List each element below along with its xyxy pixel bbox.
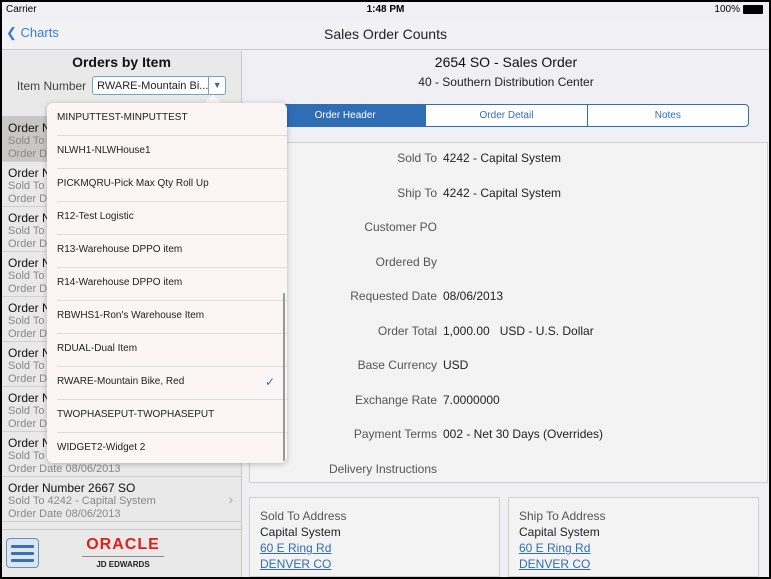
order-title: 2654 SO - Sales Order: [434, 54, 578, 70]
option-label: PICKMQRU-Pick Max Qty Roll Up: [57, 178, 209, 189]
field-row: Order Total 1,000.00 USD - U.S. Dollar: [250, 324, 767, 344]
field-row: Payment Terms 002 - Net 30 Days (Override…: [250, 427, 767, 447]
order-sold-to: Sold To 4242 - Capital System: [8, 495, 156, 507]
orders-title: Orders by Item: [72, 54, 171, 70]
field-row: Exchange Rate 7.0000000: [250, 393, 767, 413]
field-row: Ordered By: [250, 255, 767, 275]
address-line1-link[interactable]: 60 E Ring Rd: [260, 540, 489, 556]
option-label: TWOPHASEPUT-TWOPHASEPUT: [57, 409, 215, 420]
item-number-select[interactable]: RWARE-Mountain Bi... ▼: [92, 76, 227, 95]
order-number: Order Number 2667 SO: [8, 481, 136, 495]
dropdown-option[interactable]: RWARE-Mountain Bike, Red ✓: [57, 367, 287, 400]
address-name: Capital System: [260, 525, 341, 539]
option-label: RWARE-Mountain Bike, Red: [57, 376, 185, 387]
tab-order-header[interactable]: Order Header: [265, 105, 426, 126]
order-date: Order Date 08/06/2013: [8, 508, 121, 520]
field-row: Requested Date 08/06/2013: [250, 289, 767, 309]
header-fields: Sold To 4242 - Capital System Ship To 4242 …: [249, 142, 768, 483]
dropdown-option[interactable]: PICKMQRU-Pick Max Qty Roll Up: [57, 169, 287, 202]
address-city-link[interactable]: DENVER CO: [260, 556, 489, 572]
field-value: 4242 - Capital System: [443, 151, 562, 165]
option-label: RDUAL-Dual Item: [57, 343, 138, 354]
option-label: RBWHS1-Ron's Warehouse Item: [57, 310, 205, 321]
battery-status: 100%: [714, 4, 763, 15]
battery-icon: [743, 4, 763, 14]
dropdown-option[interactable]: RBWHS1-Ron's Warehouse Item: [57, 301, 287, 334]
field-value: 4242 - Capital System: [443, 185, 562, 200]
item-filter: Item Number RWARE-Mountain Bi... ▼: [2, 76, 241, 95]
tab-order-detail[interactable]: Order Detail: [425, 105, 586, 126]
field-value: 08/06/2013: [443, 289, 504, 303]
page-title: Sales Order Counts: [324, 26, 447, 42]
scrollbar[interactable]: [283, 293, 285, 461]
field-row: Ship To 4242 - Capital System: [250, 186, 767, 206]
dropdown-option[interactable]: TWOPHASEPUT-TWOPHASEPUT: [57, 400, 287, 433]
dropdown-option[interactable]: R14-Warehouse DPPO item: [57, 268, 287, 301]
field-value: USD: [443, 358, 469, 372]
option-label: R13-Warehouse DPPO item: [57, 244, 183, 255]
address-city-link[interactable]: DENVER CO: [519, 556, 748, 572]
item-dropdown-popover: MINPUTTEST-MINPUTTEST NLWH1-NLWHouse1 PICK…: [47, 103, 287, 463]
logo-jde: JD EDWARDS: [96, 560, 150, 569]
address-line1-link[interactable]: 60 E Ring Rd: [519, 540, 748, 556]
dropdown-option[interactable]: MINPUTTEST-MINPUTTEST: [57, 103, 287, 136]
option-label: MINPUTTEST-MINPUTTEST: [57, 112, 188, 123]
field-row: Delivery Instructions: [250, 462, 767, 482]
dropdown-option[interactable]: RDUAL-Dual Item: [57, 334, 287, 367]
tab-notes[interactable]: Notes: [586, 105, 748, 126]
address-heading: Sold To Address: [260, 509, 347, 523]
status-bar: Carrier 1:48 PM 100%: [2, 2, 769, 20]
menu-button[interactable]: [6, 538, 39, 568]
dropdown-arrow-icon[interactable]: ▼: [208, 77, 225, 94]
nav-bar: ❮ Charts Sales Order Counts: [2, 20, 769, 50]
order-date: Order Date 08/06/2013: [8, 463, 121, 475]
dropdown-options: MINPUTTEST-MINPUTTEST NLWH1-NLWHouse1 PICK…: [47, 103, 287, 463]
item-number-label: Item Number: [16, 78, 87, 93]
logo-oracle: ORACLE: [82, 536, 164, 557]
ship-to-address: Ship To Address Capital System 60 E Ring…: [508, 497, 759, 577]
branch-subtitle: 40 - Southern Distribution Center: [418, 75, 594, 89]
oracle-logo: ORACLE JD EDWARDS: [82, 536, 164, 569]
item-number-value: RWARE-Mountain Bi...: [97, 80, 209, 92]
option-label: R12-Test Logistic: [57, 211, 134, 222]
time: 1:48 PM: [366, 4, 405, 15]
chevron-right-icon: ›: [228, 491, 233, 507]
field-label: Delivery Instructions: [328, 461, 437, 476]
field-value: 1,000.00 USD - U.S. Dollar: [443, 323, 594, 338]
screen: Carrier 1:48 PM 100% ❮ Charts Sales Orde…: [2, 2, 769, 577]
checkmark-icon: ✓: [264, 375, 275, 389]
footer: ORACLE JD EDWARDS: [2, 529, 241, 577]
option-label: WIDGET2-Widget 2: [57, 442, 146, 453]
battery-percent: 100%: [714, 4, 740, 15]
dropdown-option[interactable]: NLWH1-NLWHouse1: [57, 136, 287, 169]
sold-to-address: Sold To Address Capital System 60 E Ring…: [249, 497, 500, 577]
field-value: 002 - Net 30 Days (Overrides): [443, 427, 604, 441]
order-detail: 2654 SO - Sales Order 40 - Southern Dist…: [243, 51, 769, 577]
field-row: Base Currency USD: [250, 358, 767, 378]
address-heading: Ship To Address: [519, 509, 606, 523]
dropdown-option[interactable]: WIDGET2-Widget 2: [57, 433, 287, 463]
field-value: 7.0000000: [443, 392, 500, 407]
dropdown-option[interactable]: R12-Test Logistic: [57, 202, 287, 235]
option-label: R14-Warehouse DPPO item: [57, 277, 183, 288]
option-label: NLWH1-NLWHouse1: [57, 145, 151, 156]
field-row: Customer PO: [250, 220, 767, 240]
dropdown-option[interactable]: R13-Warehouse DPPO item: [57, 235, 287, 268]
address-name: Capital System: [519, 525, 600, 539]
order-list-item[interactable]: Order Number 2667 SO Sold To 4242 - Capit…: [2, 477, 241, 522]
detail-tabs: Order Header Order Detail Notes: [264, 104, 749, 127]
field-row: Sold To 4242 - Capital System: [250, 151, 767, 171]
